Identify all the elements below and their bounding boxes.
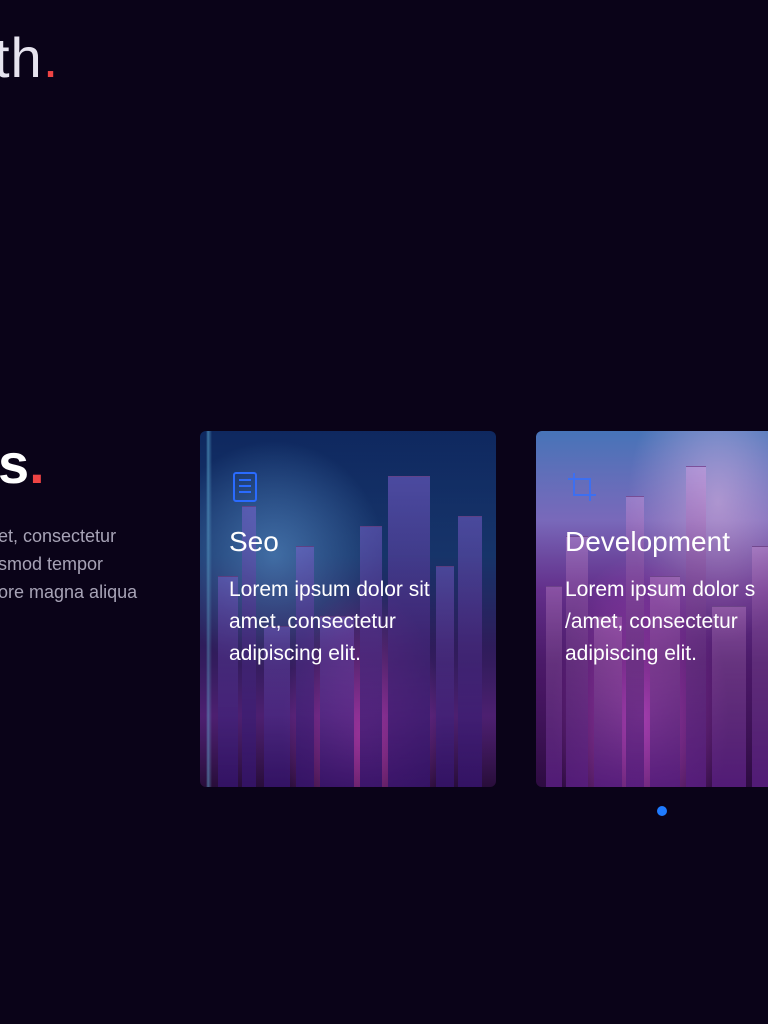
card-description-line: /amet, consectetur bbox=[565, 610, 738, 633]
card-description-line: Lorem ipsum dolor s bbox=[565, 578, 756, 601]
section-description-line: smod tempor bbox=[0, 554, 104, 574]
section-description-line: ore magna aliqua bbox=[0, 582, 138, 602]
section-heading: s. bbox=[0, 436, 45, 492]
service-card-seo[interactable]: Seo Lorem ipsum dolor sit amet, consecte… bbox=[200, 431, 496, 787]
card-title: Seo bbox=[229, 526, 279, 557]
hero-heading-dot: . bbox=[42, 26, 60, 89]
page: th. s. et, consectetur smod tempor ore m… bbox=[0, 0, 768, 1024]
card-description-line: adipiscing elit. bbox=[565, 642, 697, 665]
carousel-pagination bbox=[657, 806, 667, 816]
card-description-line: adipiscing elit. bbox=[229, 642, 361, 665]
card-description-line: Lorem ipsum dolor sit bbox=[229, 578, 430, 601]
section-description-line: et, consectetur bbox=[0, 526, 117, 546]
document-icon bbox=[228, 469, 264, 505]
hero-heading-text: th bbox=[0, 26, 43, 89]
service-card-development[interactable]: Development Lorem ipsum dolor s /amet, c… bbox=[536, 431, 768, 787]
card-title: Development bbox=[565, 526, 730, 557]
card-description: Lorem ipsum dolor sit amet, consectetur … bbox=[229, 574, 489, 670]
card-description: Lorem ipsum dolor s /amet, consectetur a… bbox=[565, 574, 768, 670]
hero-heading: th. bbox=[0, 30, 59, 86]
section-heading-text: s bbox=[0, 432, 30, 495]
card-description-line: amet, consectetur bbox=[229, 610, 396, 633]
section-heading-dot: . bbox=[29, 432, 45, 495]
crop-icon bbox=[564, 469, 600, 505]
carousel-dot-active[interactable] bbox=[657, 806, 667, 816]
section-description: et, consectetur smod tempor ore magna al… bbox=[0, 522, 178, 606]
